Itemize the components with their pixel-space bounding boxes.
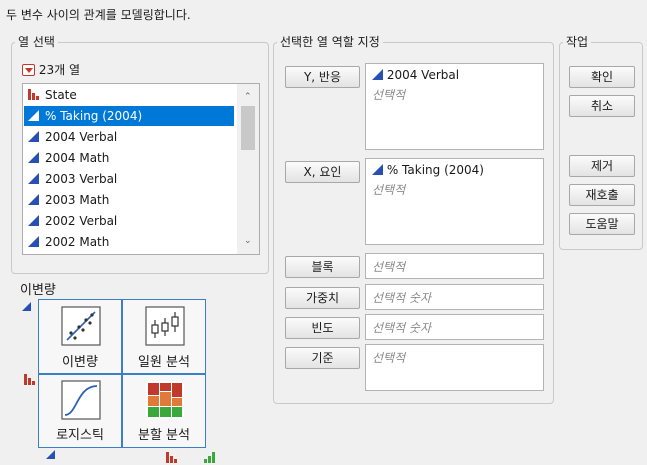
x-factor-value: % Taking (2004) (386, 163, 484, 177)
oneway-icon (145, 306, 185, 346)
freq-button[interactable]: 빈도 (285, 317, 360, 339)
column-item-label: 2002 Math (45, 235, 110, 249)
x-continuous-indicator-icon (46, 450, 55, 459)
y-response-slot[interactable]: 2004 Verbal 선택적 (365, 63, 544, 150)
continuous-icon (28, 131, 39, 142)
ok-button[interactable]: 확인 (569, 66, 635, 88)
logistic-tile-label: 로지스틱 (56, 428, 104, 443)
continuous-icon (28, 110, 39, 121)
block-placeholder: 선택적 (372, 260, 406, 274)
x-factor-slot[interactable]: % Taking (2004) 선택적 (365, 158, 544, 245)
column-item-2003-math[interactable]: 2003 Math (24, 190, 234, 210)
cancel-button[interactable]: 취소 (569, 95, 635, 117)
remove-button[interactable]: 제거 (569, 155, 635, 177)
red-triangle-menu-icon[interactable] (22, 64, 35, 76)
scroll-up-icon[interactable]: ⌃ (244, 92, 252, 102)
column-item-pct-taking-2004[interactable]: % Taking (2004) (24, 106, 234, 126)
logistic-tile[interactable]: 로지스틱 (38, 374, 122, 448)
continuous-icon (28, 194, 39, 205)
scrollbar-thumb[interactable] (241, 106, 255, 150)
x-factor-placeholder: 선택적 (372, 183, 406, 197)
roles-legend: 선택한 열 역할 지정 (277, 35, 383, 49)
block-button[interactable]: 블록 (285, 256, 360, 278)
column-item-label: % Taking (2004) (45, 109, 143, 123)
dialog-description: 두 변수 사이의 관계를 모델링합니다. (6, 8, 191, 22)
weight-slot[interactable]: 선택적 숫자 (365, 284, 544, 310)
freq-slot[interactable]: 선택적 숫자 (365, 314, 544, 340)
scroll-down-icon[interactable]: ⌄ (244, 236, 252, 246)
column-item-label: State (45, 88, 77, 102)
recall-button[interactable]: 재호출 (569, 184, 635, 206)
oneway-tile[interactable]: 일원 분석 (122, 299, 206, 374)
column-item-state[interactable]: State (24, 85, 234, 105)
column-item-label: 2004 Verbal (45, 130, 118, 144)
column-item-label: 2003 Verbal (45, 172, 118, 186)
by-slot[interactable]: 선택적 (365, 344, 544, 391)
continuous-icon (28, 215, 39, 226)
y-response-placeholder: 선택적 (372, 88, 406, 102)
column-item-label: 2004 Math (45, 151, 110, 165)
y-response-value: 2004 Verbal (386, 68, 460, 82)
column-item-2004-math[interactable]: 2004 Math (24, 148, 234, 168)
y-nominal-indicator-icon (24, 374, 35, 385)
bivariate-tile[interactable]: 이변량 (38, 299, 122, 374)
y-continuous-indicator-icon (22, 302, 31, 311)
x-factor-button[interactable]: X, 요인 (285, 161, 360, 183)
y-response-button[interactable]: Y, 반응 (285, 66, 360, 88)
column-list[interactable]: State % Taking (2004) 2004 Verbal 2004 M… (22, 83, 260, 255)
oneway-tile-label: 일원 분석 (138, 355, 190, 370)
continuous-icon (28, 152, 39, 163)
block-slot[interactable]: 선택적 (365, 253, 544, 279)
column-item-label: 2003 Math (45, 193, 110, 207)
continuous-icon (28, 236, 39, 247)
weight-placeholder: 선택적 숫자 (372, 291, 432, 305)
weight-button[interactable]: 가중치 (285, 287, 360, 309)
column-item-2003-verbal[interactable]: 2003 Verbal (24, 169, 234, 189)
column-item-2002-math[interactable]: 2002 Math (24, 232, 234, 252)
by-button[interactable]: 기준 (285, 347, 360, 369)
bivariate-tile-label: 이변량 (62, 355, 98, 370)
x-nominal-indicator-icon (165, 452, 177, 463)
x-ordinal-indicator-icon (204, 452, 216, 463)
freq-placeholder: 선택적 숫자 (372, 321, 432, 335)
column-item-2004-verbal[interactable]: 2004 Verbal (24, 127, 234, 147)
nominal-icon (28, 89, 39, 100)
column-item-2002-verbal[interactable]: 2002 Verbal (24, 211, 234, 231)
scatterplot-icon (61, 306, 101, 346)
column-count-menu[interactable]: 23개 열 (22, 62, 80, 78)
help-button[interactable]: 도움말 (569, 213, 635, 235)
by-placeholder: 선택적 (372, 351, 406, 365)
continuous-icon (28, 173, 39, 184)
platform-title: 이변량 (20, 283, 56, 298)
continuous-icon (372, 69, 383, 80)
column-count-label: 23개 열 (38, 63, 80, 77)
logistic-curve-icon (61, 380, 101, 420)
mosaic-icon (145, 380, 185, 420)
contingency-tile-label: 분할 분석 (138, 428, 190, 443)
column-list-scrollbar[interactable]: ⌃ ⌄ (237, 84, 259, 254)
column-item-label: 2002 Verbal (45, 214, 118, 228)
column-select-legend: 열 선택 (15, 35, 58, 49)
actions-legend: 작업 (563, 35, 592, 49)
contingency-tile[interactable]: 분할 분석 (122, 374, 206, 448)
continuous-icon (372, 164, 383, 175)
